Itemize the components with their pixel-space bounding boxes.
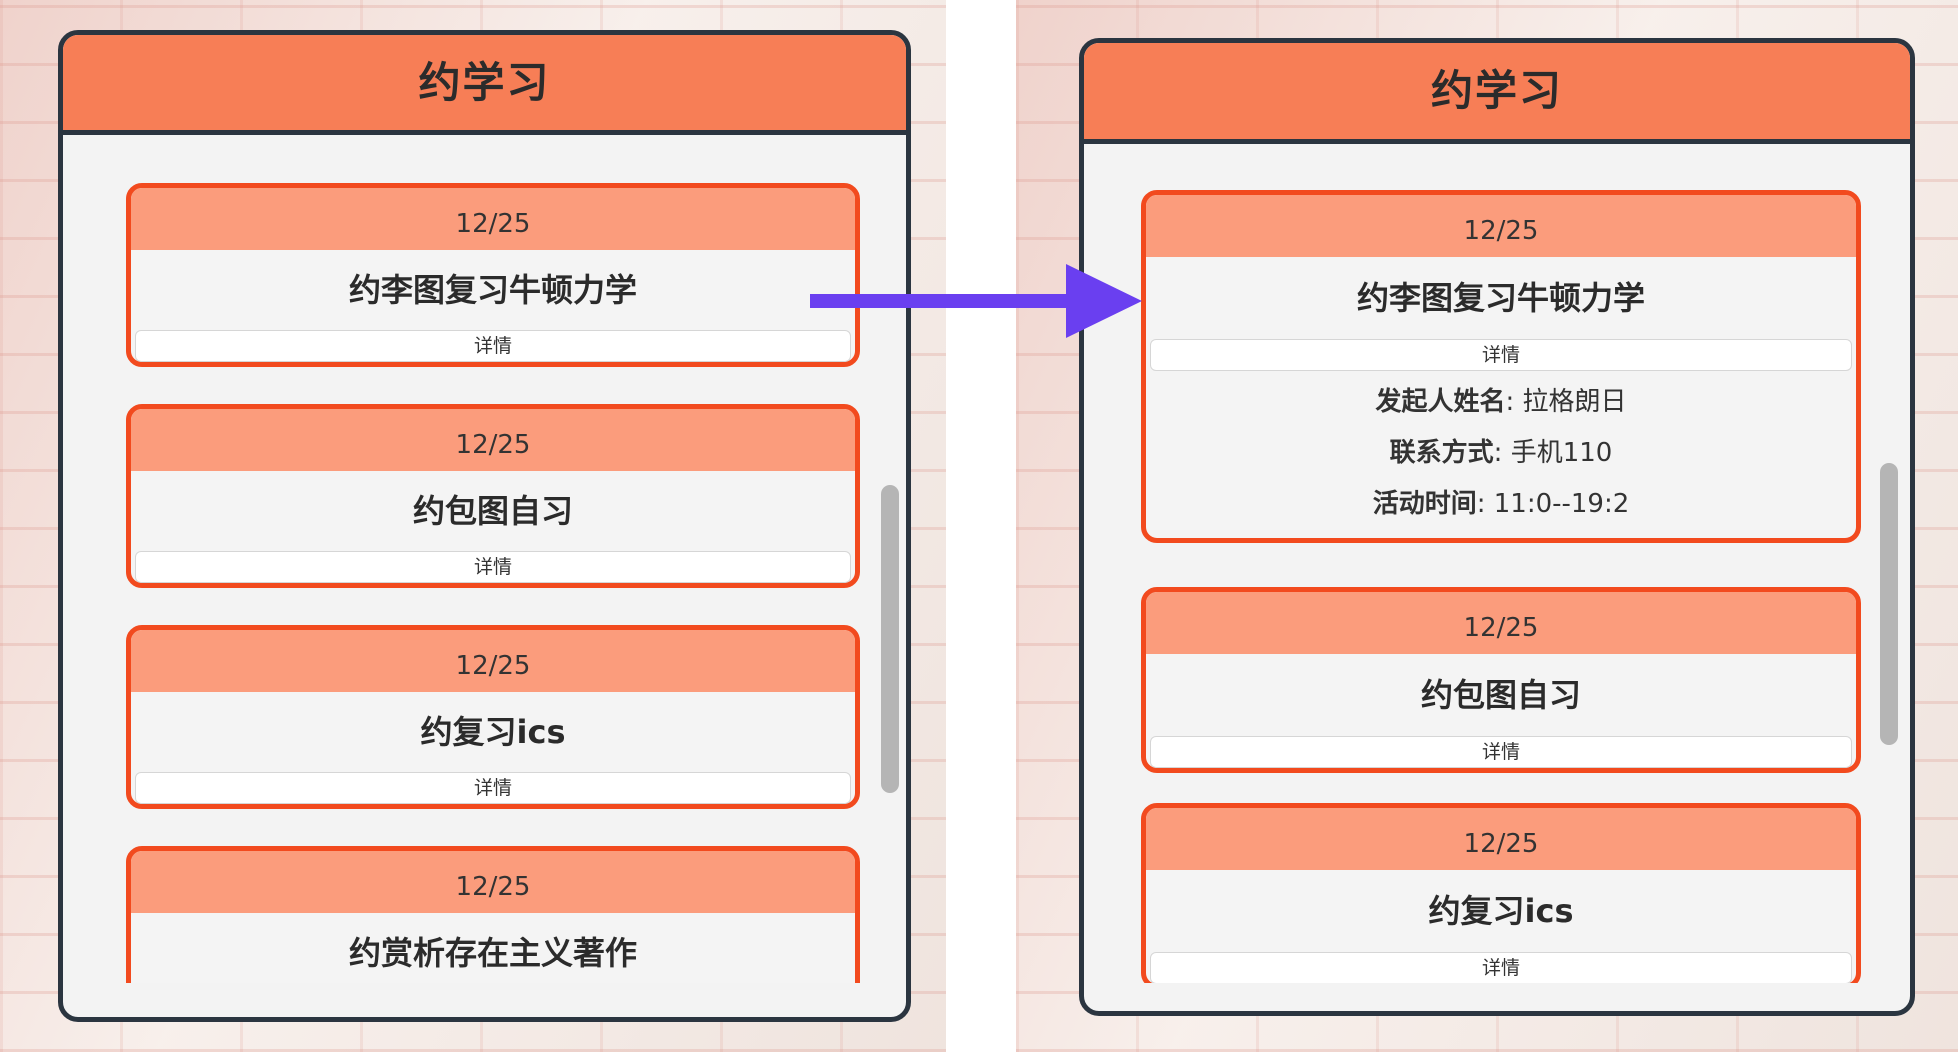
transition-arrow-icon	[810, 264, 1142, 338]
arrow-shaft	[810, 294, 1070, 308]
comparison-stage: 约学习 12/25 约李图复习牛顿力学 详情 12/25 约包图自习 详情 12…	[0, 0, 1958, 1052]
arrow-head	[1066, 264, 1142, 338]
